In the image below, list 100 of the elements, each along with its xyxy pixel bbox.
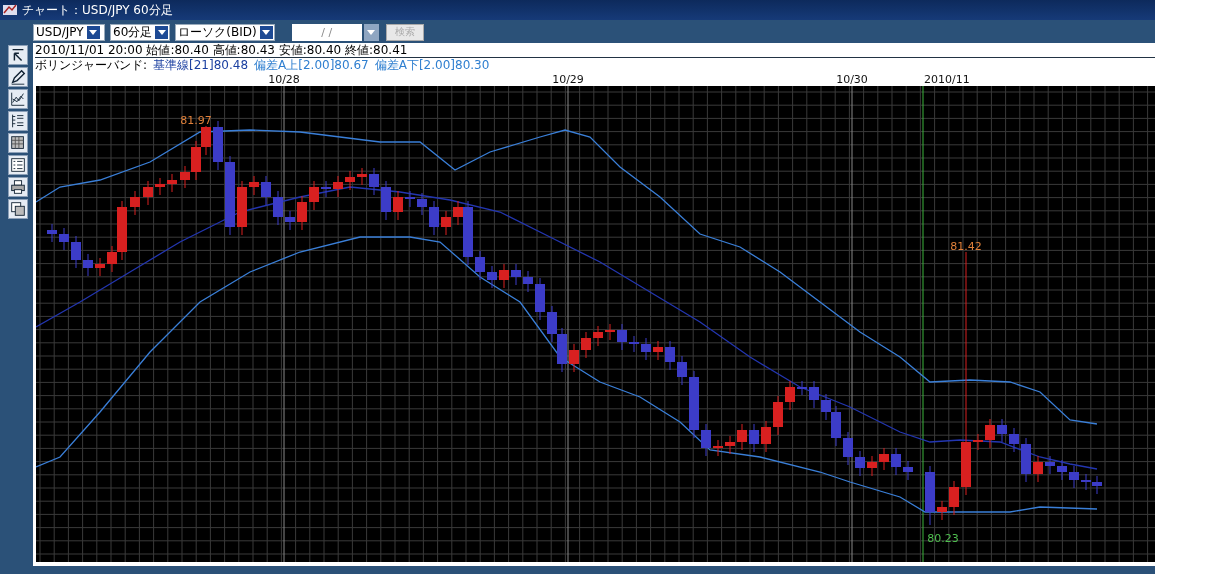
candlestick	[737, 423, 747, 451]
window-title: チャート：USD/JPY 60分足	[22, 1, 173, 19]
candlestick	[689, 370, 699, 439]
line-chart-icon[interactable]	[8, 89, 28, 109]
symbol-dropdown[interactable]: USD/JPY	[33, 23, 105, 41]
bollinger-value: 偏差A下[2.00]80.30	[374, 58, 490, 72]
candlestick	[47, 223, 57, 243]
candlestick	[1069, 465, 1079, 489]
price-scale-icon[interactable]	[8, 111, 28, 131]
candlestick	[1045, 455, 1055, 475]
candlestick	[441, 210, 451, 236]
candlestick	[499, 263, 509, 289]
candlestick	[867, 455, 877, 477]
candlestick	[155, 177, 165, 196]
candlestick	[713, 439, 723, 457]
caret-icon	[367, 29, 376, 35]
date-field[interactable]: / /	[291, 23, 362, 41]
candlestick	[261, 175, 271, 206]
candlestick	[523, 270, 533, 293]
candlestick	[487, 265, 497, 289]
candlestick	[843, 431, 853, 466]
candlestick	[629, 335, 639, 353]
candlestick	[1057, 459, 1067, 481]
candlestick	[761, 420, 771, 453]
bollinger-value: 偏差A上[2.00]80.67	[254, 58, 369, 72]
price-label: 80.23	[927, 532, 959, 545]
grid-icon[interactable]	[8, 133, 28, 153]
candlestick	[973, 433, 983, 451]
candlestick	[797, 380, 807, 396]
chart-type-dropdown[interactable]: ローソク(BID)	[175, 23, 275, 41]
app-logo-icon	[2, 3, 18, 17]
candlestick	[357, 167, 367, 186]
candlestick	[701, 423, 711, 457]
candlestick	[1081, 473, 1091, 491]
candlestick	[201, 125, 211, 156]
candlestick	[95, 257, 105, 277]
candlestick	[249, 175, 259, 196]
candlestick	[369, 167, 379, 196]
date-label: 2010/11	[924, 73, 970, 86]
pencil-icon[interactable]	[8, 67, 28, 87]
candlestick	[393, 190, 403, 221]
candlestick	[855, 450, 865, 477]
list-icon[interactable]	[8, 155, 28, 175]
candlestick	[749, 423, 759, 453]
candlestick	[345, 170, 355, 191]
candlestick	[213, 120, 223, 171]
candlestick	[785, 380, 795, 411]
caret-icon	[157, 29, 166, 35]
candlestick	[475, 250, 485, 281]
candlestick	[569, 343, 579, 373]
candlestick	[71, 235, 81, 269]
candlestick	[547, 305, 557, 343]
candlestick	[535, 277, 545, 321]
candlestick	[879, 447, 889, 471]
candlestick	[1033, 455, 1043, 483]
candlestick	[1092, 475, 1102, 495]
candlestick	[925, 465, 935, 526]
pointer-icon[interactable]	[8, 45, 28, 65]
candlestick	[773, 395, 783, 436]
candlestick	[417, 192, 427, 216]
candlestick	[429, 200, 439, 236]
caret-icon	[262, 29, 271, 35]
date-label: 10/28	[268, 73, 300, 86]
ohlc-info-text: 2010/11/01 20:00 始値:80.40 高値:80.43 安値:80.40 終値:80.41	[35, 43, 408, 57]
printer-icon[interactable]	[8, 177, 28, 197]
candlestick	[903, 460, 913, 481]
candlestick	[891, 447, 901, 476]
copy-icon[interactable]	[8, 199, 28, 219]
candlestick	[605, 323, 615, 341]
price-label: 81.97	[180, 114, 212, 127]
caret-icon	[89, 29, 98, 35]
candlestick	[321, 180, 331, 198]
candlestick	[167, 173, 177, 193]
candlestick	[665, 340, 675, 371]
bollinger-value: 基準線[21]80.48	[153, 58, 249, 72]
candlestick	[581, 331, 591, 359]
candlestick	[297, 195, 307, 231]
candlestick	[985, 418, 995, 449]
candlestick	[641, 337, 651, 361]
candlestick	[725, 435, 735, 455]
candlestick	[405, 190, 415, 208]
candlestick	[937, 500, 947, 521]
candlestick	[653, 340, 663, 361]
price-label: 81.42	[950, 240, 982, 253]
candlestick	[333, 175, 343, 198]
period-dropdown[interactable]: 60分足	[110, 23, 171, 41]
candlestick	[557, 327, 567, 373]
candlestick	[617, 323, 627, 351]
candlestick	[130, 190, 140, 216]
candlestick	[593, 325, 603, 347]
candlestick	[809, 380, 819, 409]
candlestick	[1021, 437, 1031, 483]
candlestick	[677, 355, 687, 386]
candlestick	[83, 253, 93, 277]
candlestick	[949, 480, 959, 516]
candlestick	[309, 180, 319, 211]
candlestick	[511, 263, 521, 286]
candlestick	[59, 227, 69, 251]
candlestick	[237, 180, 247, 236]
candlestick	[381, 180, 391, 221]
